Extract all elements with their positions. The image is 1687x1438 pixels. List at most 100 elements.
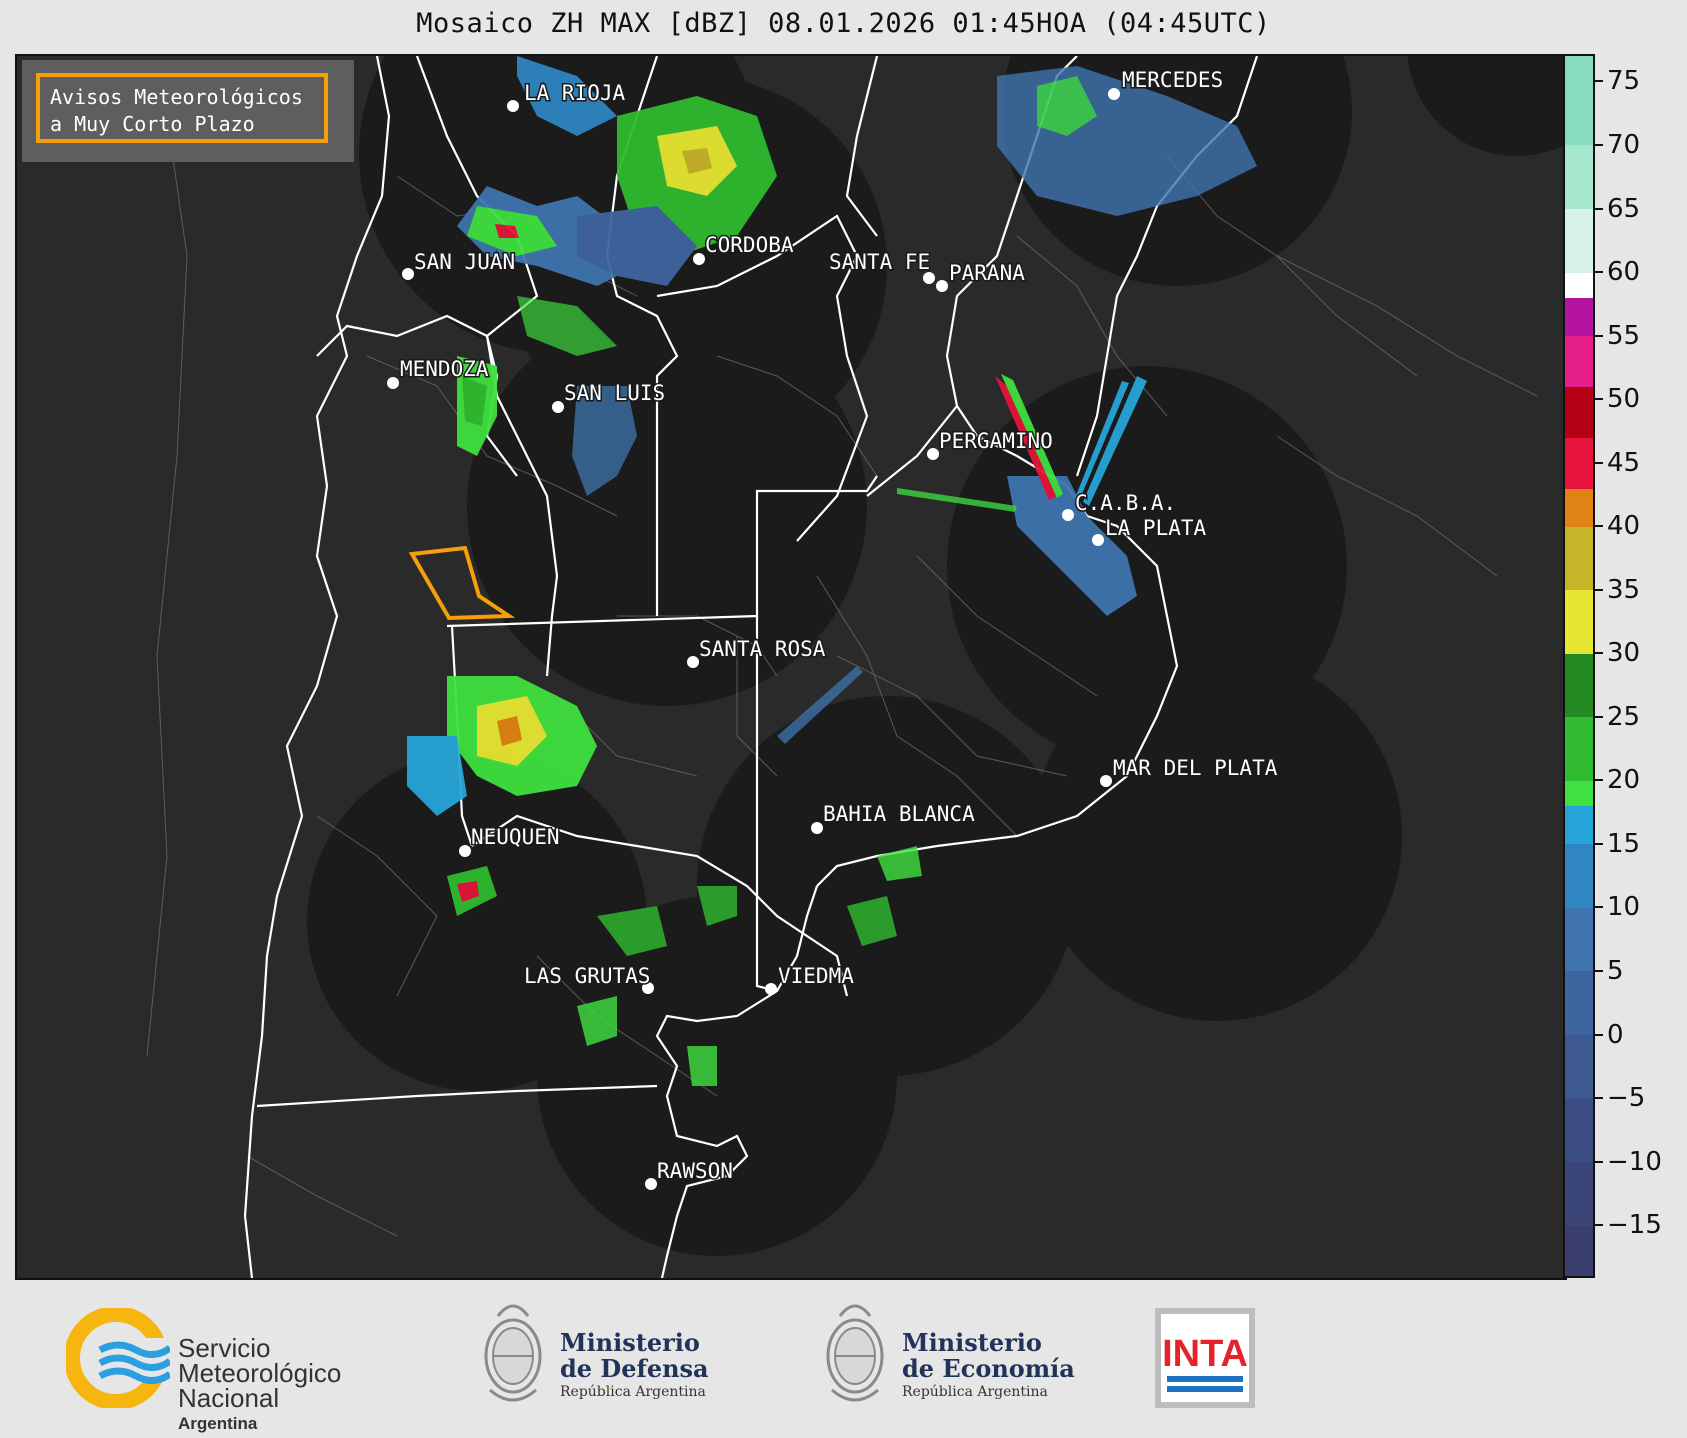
colorbar-tick-label: 55 bbox=[1607, 320, 1641, 351]
colorbar-tick-label: −5 bbox=[1607, 1083, 1646, 1114]
colorbar-tick bbox=[1595, 1097, 1603, 1100]
colorbar-band bbox=[1565, 971, 1593, 1036]
city-marker bbox=[387, 377, 399, 389]
economia-line2: de Economía bbox=[902, 1354, 1075, 1383]
city-marker bbox=[645, 1178, 657, 1190]
colorbar-band bbox=[1565, 716, 1593, 781]
colorbar-tick bbox=[1595, 842, 1603, 845]
city-label: LA PLATA bbox=[1105, 516, 1207, 540]
city-marker bbox=[1100, 775, 1112, 787]
city-marker bbox=[459, 845, 471, 857]
city-label: LA RIOJA bbox=[524, 81, 626, 105]
city-marker bbox=[552, 401, 564, 413]
colorbar-tick bbox=[1595, 779, 1603, 782]
colorbar-band bbox=[1565, 297, 1593, 337]
colorbar-band bbox=[1565, 526, 1593, 591]
warnings-legend-line1: Avisos Meteorológicos bbox=[50, 85, 303, 109]
city-marker bbox=[687, 656, 699, 668]
colorbar-tick bbox=[1595, 970, 1603, 972]
city-label: MENDOZA bbox=[400, 357, 489, 381]
colorbar-tick bbox=[1595, 715, 1603, 718]
city-label: MERCEDES bbox=[1122, 68, 1223, 92]
city-label: C.A.B.A. bbox=[1075, 491, 1176, 515]
colorbar-tick bbox=[1595, 525, 1603, 528]
colorbar-tick-label: 70 bbox=[1607, 129, 1641, 160]
colorbar-tick bbox=[1595, 1160, 1603, 1163]
city-marker bbox=[927, 448, 939, 460]
colorbar-tick-label: 25 bbox=[1607, 701, 1641, 732]
city-marker bbox=[765, 983, 777, 995]
colorbar-band bbox=[1565, 1225, 1593, 1276]
ministerio-defensa-logo[interactable]: Ministerio de Defensa República Argentin… bbox=[478, 1294, 738, 1414]
city-marker bbox=[1062, 509, 1074, 521]
smn-line3: Nacional bbox=[178, 1383, 280, 1413]
colorbar-tick bbox=[1595, 906, 1603, 909]
colorbar-band bbox=[1565, 780, 1593, 807]
colorbar-tick-label: 35 bbox=[1607, 574, 1641, 605]
inta-wordmark: INTA bbox=[1162, 1333, 1248, 1375]
colorbar-tick bbox=[1595, 80, 1603, 83]
colorbar-band bbox=[1565, 386, 1593, 438]
colorbar-tick-label: 15 bbox=[1607, 828, 1641, 859]
radar-map[interactable]: LA RIOJA MERCEDES SAN JUAN CORDOBA SANTA… bbox=[15, 54, 1567, 1280]
city-label: VIEDMA bbox=[778, 964, 854, 988]
city-label: NEUQUEN bbox=[471, 825, 560, 849]
defensa-line1: Ministerio bbox=[560, 1328, 700, 1357]
economia-sub: República Argentina bbox=[902, 1384, 1048, 1400]
warnings-legend-frame: Avisos Meteorológicos a Muy Corto Plazo bbox=[36, 73, 328, 143]
city-label: BAHIA BLANCA bbox=[823, 802, 975, 826]
colorbar-tick bbox=[1595, 1224, 1603, 1227]
city-marker bbox=[936, 280, 948, 292]
defensa-sub: República Argentina bbox=[560, 1384, 706, 1400]
coat-of-arms-icon bbox=[484, 1304, 542, 1402]
colorbar-tick-label: 10 bbox=[1607, 892, 1641, 923]
inta-emblem-icon: INTA bbox=[1155, 1308, 1255, 1408]
colorbar-tick bbox=[1595, 652, 1603, 655]
colorbar-tick bbox=[1595, 461, 1603, 464]
city-label: SAN LUIS bbox=[564, 381, 665, 405]
colorbar-band bbox=[1565, 653, 1593, 718]
colorbar-tick-label: −15 bbox=[1607, 1210, 1662, 1241]
ministerio-economia-logo[interactable]: Ministerio de Economía República Argenti… bbox=[820, 1294, 1080, 1414]
colorbar-tick-label: 75 bbox=[1607, 66, 1641, 97]
map-title: Mosaico ZH MAX [dBZ] 08.01.2026 01:45HOA… bbox=[416, 8, 1271, 39]
city-label: PARANA bbox=[949, 261, 1025, 285]
city-label: SANTA FE bbox=[829, 250, 930, 274]
defensa-line2: de Defensa bbox=[560, 1354, 709, 1383]
colorbar-band bbox=[1565, 589, 1593, 654]
colorbar-band bbox=[1565, 805, 1593, 845]
city-label: RAWSON bbox=[657, 1159, 733, 1183]
colorbar-tick-label: 0 bbox=[1607, 1019, 1624, 1050]
radar-coverage-circle bbox=[1407, 56, 1565, 156]
city-marker bbox=[507, 100, 519, 112]
colorbar-band bbox=[1565, 1161, 1593, 1226]
colorbar-band bbox=[1565, 144, 1593, 209]
city-marker bbox=[811, 822, 823, 834]
colorbar-band bbox=[1565, 1034, 1593, 1099]
city-marker bbox=[693, 253, 705, 265]
colorbar-tick bbox=[1595, 1033, 1603, 1036]
colorbar-tick-label: 45 bbox=[1607, 447, 1641, 478]
city-label: LAS GRUTAS bbox=[524, 964, 650, 988]
colorbar-band bbox=[1565, 56, 1593, 146]
city-label: SAN JUAN bbox=[414, 250, 515, 274]
colorbar-tick-label: −10 bbox=[1607, 1146, 1662, 1177]
colorbar-ticks: 75 70 65 60 55 50 45 40 35 30 25 20 15 10 5 0 −5 −10 −15 bbox=[1595, 54, 1685, 1278]
smn-logo[interactable]: Servicio Meteorológico Nacional Argentin… bbox=[64, 1306, 396, 1433]
colorbar-tick bbox=[1595, 143, 1603, 146]
inta-logo[interactable]: INTA bbox=[1155, 1308, 1255, 1408]
colorbar-tick-label: 20 bbox=[1607, 765, 1641, 796]
reflectivity-colorbar bbox=[1563, 54, 1595, 1278]
colorbar-band bbox=[1565, 488, 1593, 527]
colorbar-tick bbox=[1595, 271, 1603, 274]
city-marker bbox=[1108, 88, 1120, 100]
radar-coverage-circle bbox=[1032, 651, 1402, 1021]
colorbar-tick-label: 60 bbox=[1607, 257, 1641, 288]
colorbar-tick-label: 40 bbox=[1607, 511, 1641, 542]
map-canvas: LA RIOJA MERCEDES SAN JUAN CORDOBA SANTA… bbox=[146, 56, 1565, 1278]
colorbar-tick bbox=[1595, 588, 1603, 591]
warnings-legend[interactable]: Avisos Meteorológicos a Muy Corto Plazo bbox=[22, 60, 354, 162]
city-label: MAR DEL PLATA bbox=[1113, 756, 1278, 780]
smn-emblem-icon bbox=[64, 1306, 173, 1410]
city-label: CORDOBA bbox=[705, 233, 794, 257]
